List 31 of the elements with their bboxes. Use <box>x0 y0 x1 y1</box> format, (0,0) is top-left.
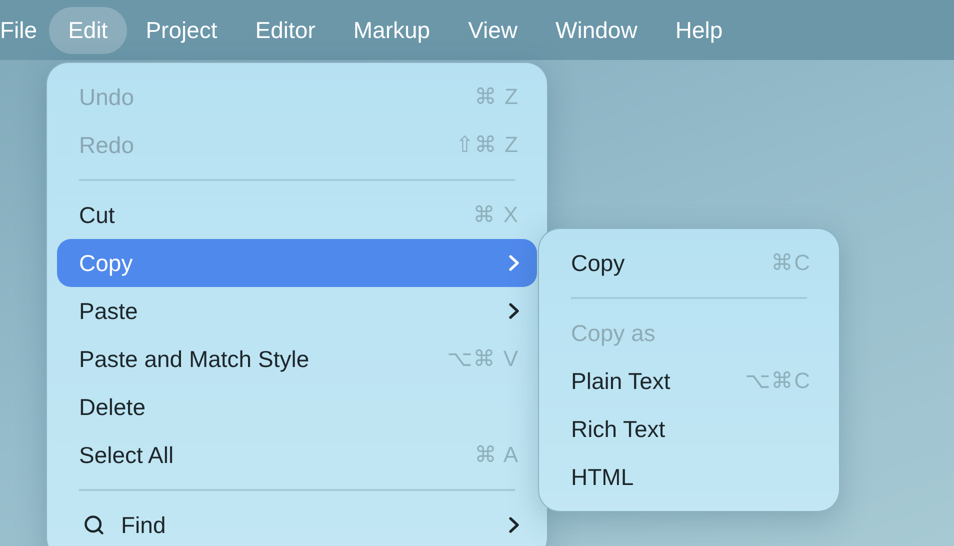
menu-item[interactable]: Cut ⌘ X <box>57 191 537 239</box>
menu-bar-item[interactable]: Markup <box>334 6 450 54</box>
menu-item[interactable]: Rich Text <box>549 405 829 453</box>
keyboard-shortcut: ⌘C <box>771 250 811 276</box>
menu-bar-item[interactable]: View <box>449 6 537 54</box>
menu-item[interactable]: Paste <box>57 287 537 335</box>
menu-item[interactable]: Plain Text ⌥⌘C <box>549 357 829 405</box>
menu-bar-item[interactable]: Window <box>536 6 656 54</box>
keyboard-shortcut: ⌥⌘C <box>745 368 811 394</box>
menu-item[interactable]: Select All ⌘ A <box>57 431 537 479</box>
search-icon <box>83 514 105 536</box>
menu-bar-item[interactable]: Edit <box>49 6 127 54</box>
menu-bar-item[interactable]: File <box>0 6 50 54</box>
menu-item[interactable]: Delete <box>57 383 537 431</box>
keyboard-shortcut: ⇧⌘ Z <box>455 132 519 158</box>
menu-bar-item[interactable]: Project <box>126 6 236 54</box>
menu-bar-item[interactable]: Editor <box>236 6 334 54</box>
keyboard-shortcut: ⌥⌘ V <box>447 346 519 372</box>
menu-item[interactable]: HTML <box>549 453 829 501</box>
menu-item[interactable]: Copy <box>57 239 537 287</box>
menu-section-header: Copy as <box>570 318 656 348</box>
menu-item[interactable]: Paste and Match Style ⌥⌘ V <box>57 335 537 383</box>
menu-bar-item[interactable]: Help <box>656 6 742 54</box>
keyboard-shortcut: ⌘ X <box>473 202 519 228</box>
keyboard-shortcut: ⌘ A <box>474 442 519 468</box>
keyboard-shortcut: ⌘ Z <box>474 84 519 110</box>
menu-item[interactable]: Copy ⌘C <box>549 239 829 287</box>
chevron-right-icon <box>509 303 519 319</box>
menu-item[interactable]: Find <box>57 501 537 546</box>
chevron-right-icon <box>509 255 519 271</box>
chevron-right-icon <box>509 517 519 533</box>
